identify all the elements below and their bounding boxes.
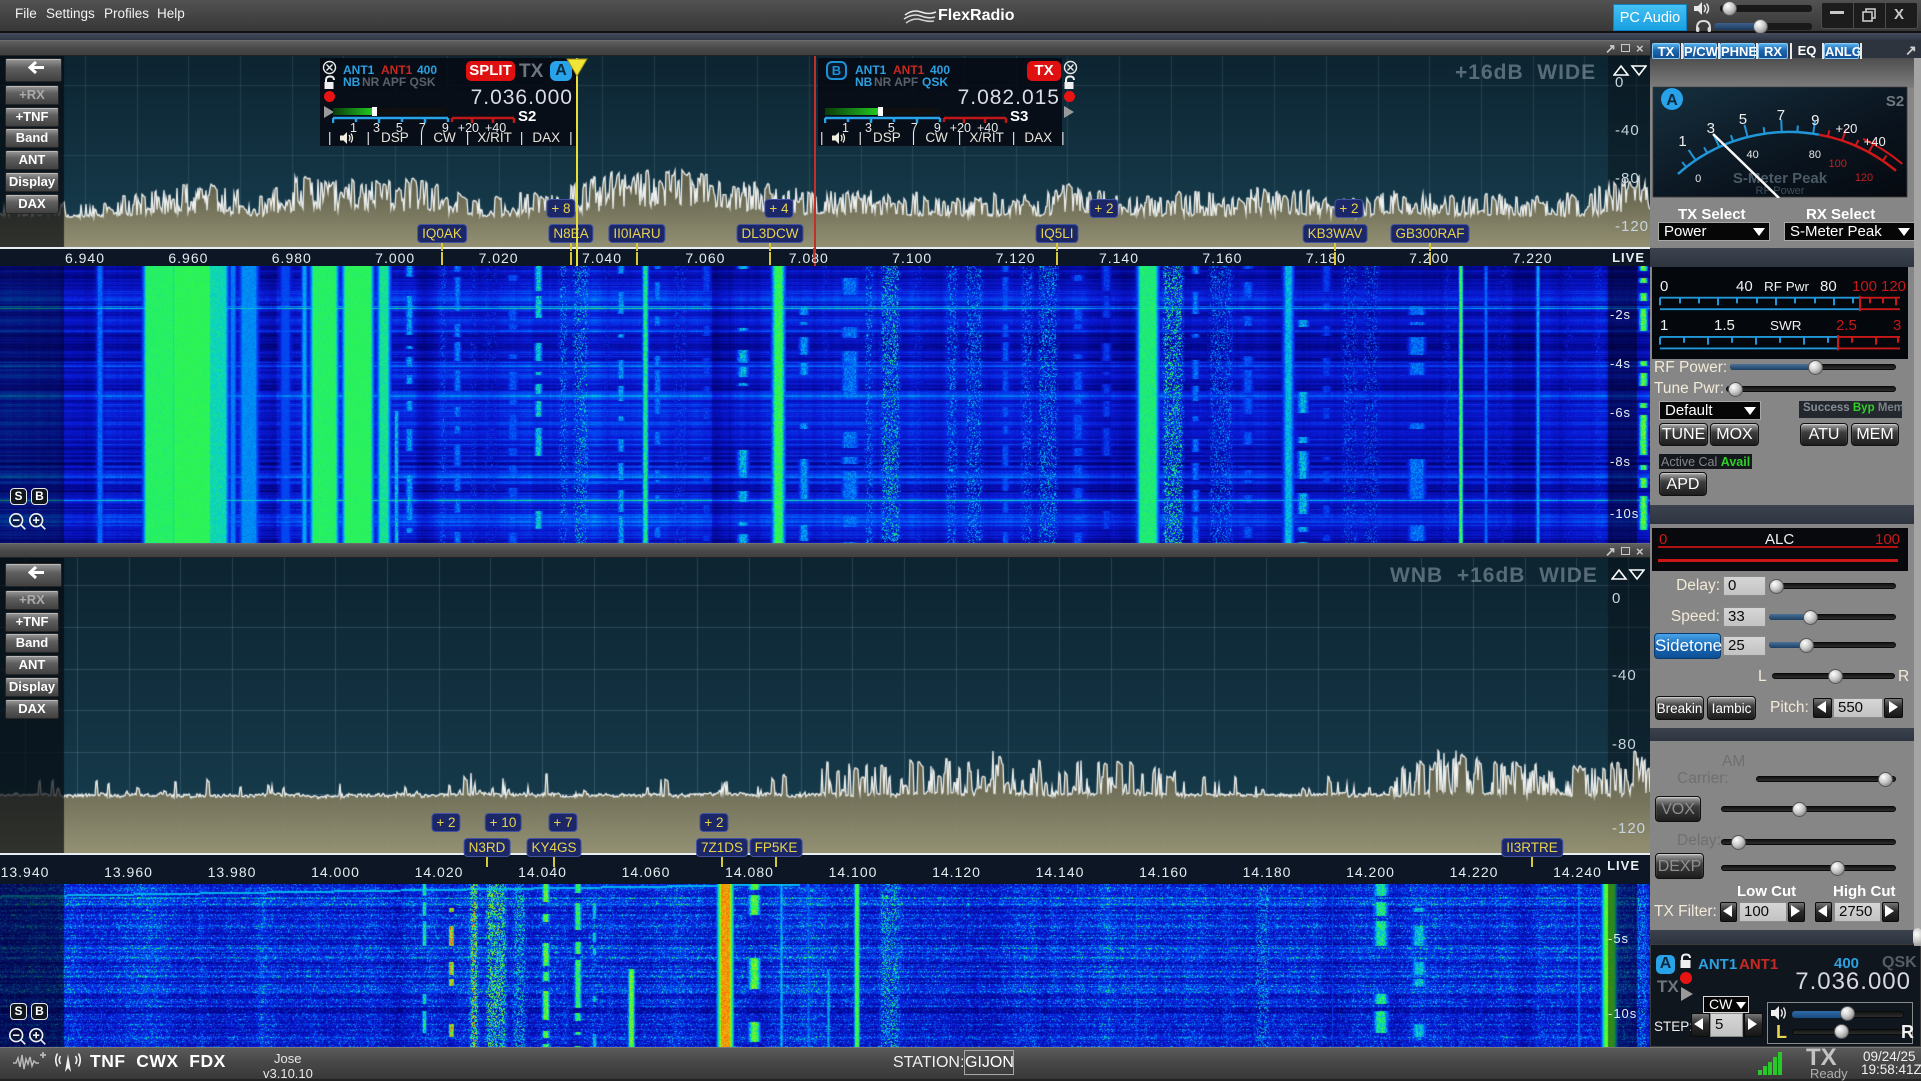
svg-text:80: 80 bbox=[1820, 279, 1837, 295]
svg-text:0: 0 bbox=[1695, 173, 1701, 185]
svg-text:1.5: 1.5 bbox=[1714, 319, 1735, 335]
svg-text:120: 120 bbox=[1855, 172, 1873, 184]
svg-text:3: 3 bbox=[1893, 319, 1901, 335]
svg-text:7: 7 bbox=[1777, 107, 1785, 124]
svg-text:9: 9 bbox=[1811, 112, 1819, 129]
svg-text:2.5: 2.5 bbox=[1836, 319, 1857, 335]
svg-text:1: 1 bbox=[1660, 319, 1668, 335]
svg-text:+20: +20 bbox=[1835, 121, 1857, 136]
svg-text:A: A bbox=[1666, 92, 1678, 109]
svg-text:40: 40 bbox=[1736, 279, 1753, 295]
svg-text:5: 5 bbox=[1739, 111, 1747, 128]
svg-text:S2: S2 bbox=[1886, 93, 1904, 110]
svg-text:100: 100 bbox=[1829, 158, 1847, 170]
svg-text:RF Pwr: RF Pwr bbox=[1764, 279, 1810, 294]
svg-text:120: 120 bbox=[1881, 279, 1906, 295]
svg-text:RF Power: RF Power bbox=[1756, 185, 1805, 197]
svg-text:+40: +40 bbox=[1864, 134, 1886, 149]
svg-text:SWR: SWR bbox=[1770, 319, 1801, 334]
svg-text:1: 1 bbox=[1678, 133, 1686, 150]
svg-text:40: 40 bbox=[1746, 149, 1758, 161]
svg-text:80: 80 bbox=[1809, 149, 1821, 161]
svg-text:0: 0 bbox=[1660, 279, 1668, 295]
svg-text:100: 100 bbox=[1852, 279, 1877, 295]
